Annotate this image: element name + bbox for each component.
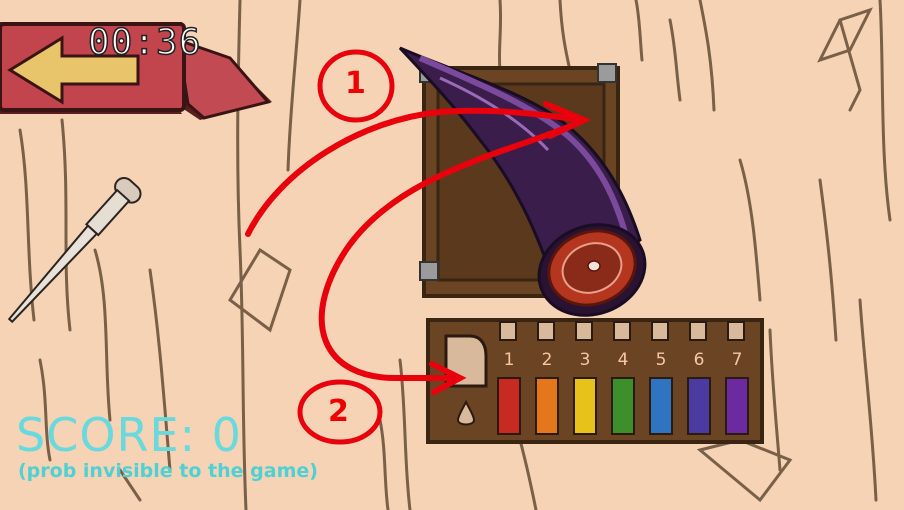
slot-number-label: 2	[541, 350, 553, 370]
color-slot-6[interactable]	[687, 321, 711, 435]
game-stage: 1 2 1 2 3 4 5 6 7 00:36 SCORE: 0 (prob invisib…	[0, 0, 904, 510]
slot-color-bar	[611, 377, 635, 435]
color-slot-1[interactable]	[497, 321, 521, 435]
step-2-label: 2	[328, 394, 349, 429]
color-slot-7[interactable]	[725, 321, 749, 435]
slot-tab	[651, 321, 669, 341]
slot-tab	[537, 321, 555, 341]
slot-number-label: 7	[731, 350, 743, 370]
color-slot-5[interactable]	[649, 321, 673, 435]
slot-color-bar	[535, 377, 559, 435]
slot-color-bar	[687, 377, 711, 435]
slot-number-label: 6	[693, 350, 705, 370]
slot-color-bar	[649, 377, 673, 435]
slot-number-label: 1	[503, 350, 515, 370]
slot-number-label: 5	[655, 350, 667, 370]
slot-color-bar	[725, 377, 749, 435]
slot-color-bar	[573, 377, 597, 435]
slot-tab	[575, 321, 593, 341]
color-slot-2[interactable]	[535, 321, 559, 435]
color-slot-3[interactable]	[573, 321, 597, 435]
slot-tab	[499, 321, 517, 341]
score-display: SCORE: 0	[16, 408, 242, 462]
slot-tab	[689, 321, 707, 341]
color-slot-4[interactable]	[611, 321, 635, 435]
pipette-tool[interactable]	[0, 174, 144, 329]
slot-number-label: 3	[579, 350, 591, 370]
step-1-label: 1	[345, 66, 366, 101]
slot-tab	[727, 321, 745, 341]
countdown-timer: 00:36	[87, 21, 202, 64]
score-note: (prob invisible to the game)	[18, 460, 318, 482]
slot-number-label: 4	[617, 350, 629, 370]
slot-color-bar	[497, 377, 521, 435]
slot-tab	[613, 321, 631, 341]
